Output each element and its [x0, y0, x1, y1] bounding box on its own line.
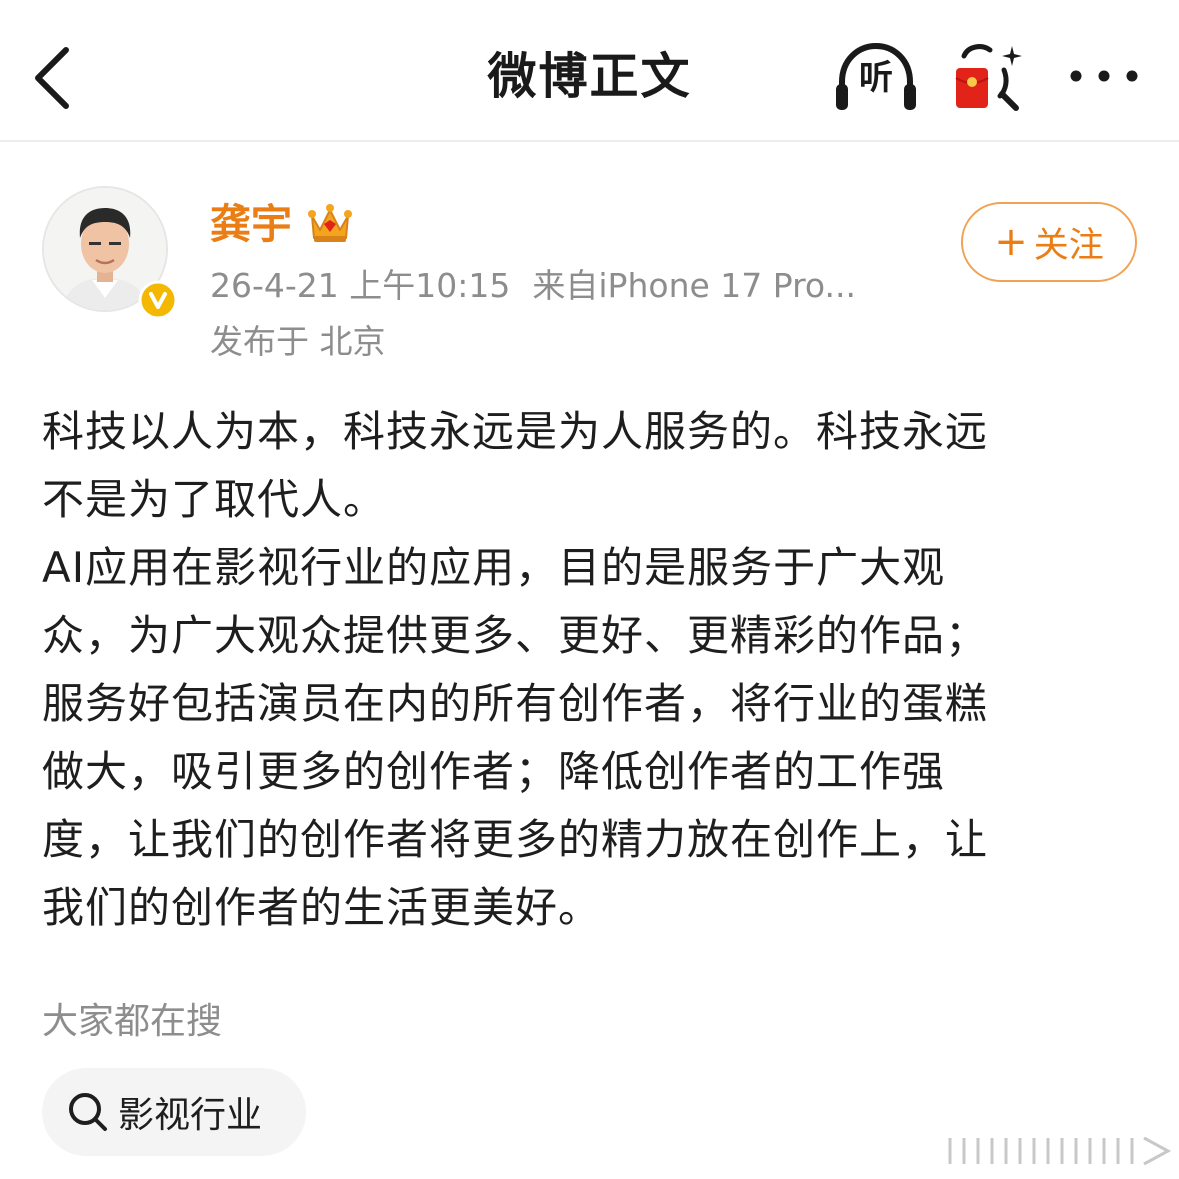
post-line: 众，为广大观众提供更多、更好、更精彩的作品； [42, 611, 989, 660]
listen-label: 听 [859, 58, 893, 98]
author-name[interactable]: 龚宇 [210, 196, 292, 252]
author-avatar-group[interactable] [42, 186, 178, 320]
post-line: 科技以人为本，科技永远是为人服务的。科技永远 [42, 407, 989, 456]
post-content: 科技以人为本，科技永远是为人服务的。科技永远 不是为了取代人。 AI应用在影视行… [42, 398, 1138, 942]
hot-search-chip-label: 影视行业 [118, 1095, 263, 1136]
post-line: 做大，吸引更多的创作者；降低创作者的工作强 [42, 747, 946, 796]
top-nav-bar: 微博正文 听 [0, 0, 1179, 142]
post-line: 我们的创作者的生活更美好。 [42, 883, 602, 932]
post-line: 服务好包括演员在内的所有创作者，将行业的蛋糕 [42, 679, 989, 728]
listen-button[interactable]: 听 [832, 40, 920, 116]
post-line: 度，让我们的创作者将更多的精力放在创作上，让 [42, 815, 989, 864]
follow-button[interactable]: + 关注 [961, 202, 1137, 282]
post-line: AI应用在影视行业的应用，目的是服务于广大观 [42, 543, 946, 592]
more-dots-icon [1070, 70, 1138, 82]
post-line: 不是为了取代人。 [42, 475, 387, 524]
post-location: 发布于 北京 [210, 322, 386, 361]
chevron-left-icon [35, 47, 69, 109]
verified-badge-icon [138, 280, 178, 320]
search-icon [69, 1093, 107, 1131]
hot-search-chip[interactable]: 影视行业 [42, 1068, 306, 1156]
home-indicator [948, 1136, 1172, 1166]
post-time: 26-4-21 上午10:15 [210, 266, 511, 305]
more-button[interactable] [1066, 56, 1142, 96]
post-source[interactable]: 来自iPhone 17 Pro... [532, 266, 856, 305]
hot-search-title: 大家都在搜 [42, 1001, 223, 1042]
red-packet-icon [955, 44, 1022, 111]
crown-icon[interactable] [306, 200, 354, 246]
back-button[interactable] [22, 40, 86, 116]
follow-plus-icon: + [994, 219, 1028, 265]
weibo-post-page: 微博正文 听 龚宇 26-4-21 上午10:15 来自iPhone 17 Pr… [0, 0, 1179, 1179]
red-packet-search-button[interactable] [950, 40, 1032, 116]
post-meta: 26-4-21 上午10:15 来自iPhone 17 Pro... [210, 262, 856, 310]
follow-label: 关注 [1033, 225, 1104, 266]
